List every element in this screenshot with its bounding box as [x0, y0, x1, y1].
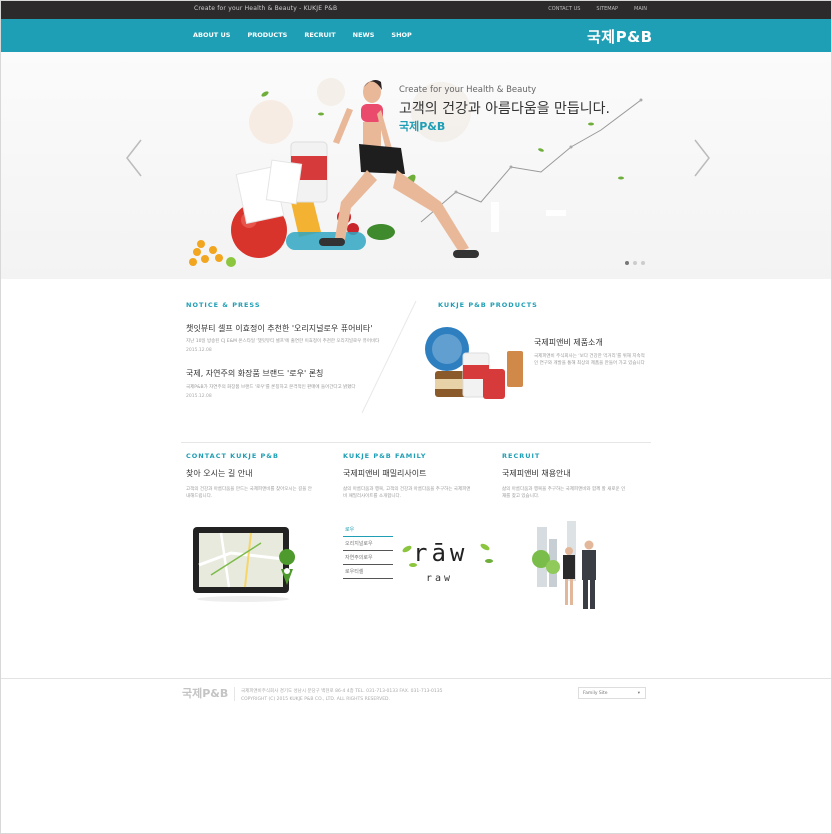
notice-item-title[interactable]: 국제, 자연주의 화장품 브랜드 '로우' 론칭 [186, 368, 323, 379]
raw-brand-wordmark: raw [426, 573, 454, 584]
chevron-down-icon: ▾ [637, 691, 640, 696]
recruit-people-image[interactable] [523, 521, 613, 613]
contact-section-title: CONTACT KUKJE P&B [186, 452, 279, 460]
hero-dot-3[interactable] [641, 261, 645, 265]
hero-dot-2[interactable] [633, 261, 637, 265]
nav-menu: ABOUT US PRODUCTS RECRUIT NEWS SHOP [193, 31, 412, 39]
hero-next-arrow-icon[interactable] [691, 138, 713, 178]
hero-subtitle: Create for your Health & Beauty [399, 85, 537, 95]
family-site-list: 로우 오리지널로우 자연주의로우 로우티셀 [343, 523, 393, 579]
main-nav: ABOUT US PRODUCTS RECRUIT NEWS SHOP 국제P&… [1, 19, 831, 52]
contact-us-link[interactable]: CONTACT US [548, 6, 580, 12]
family-list-item[interactable]: 오리지널로우 [343, 537, 393, 551]
site-logo[interactable]: 국제P&B [587, 26, 653, 47]
recruit-section-title: RECRUIT [502, 452, 541, 460]
family-select-label: Family Site [583, 691, 608, 696]
footer-logo: 국제P&B [182, 687, 229, 700]
products-section-title: KUKJE P&B PRODUCTS [438, 301, 538, 309]
top-utility-bar: Create for your Health & Beauty - KUKJE … [1, 1, 831, 19]
family-heading[interactable]: 국제피앤비 패밀리사이트 [343, 468, 427, 479]
recruit-heading[interactable]: 국제피앤비 채용안내 [502, 468, 571, 479]
nav-item-recruit[interactable]: RECRUIT [304, 31, 335, 39]
family-list-item[interactable]: 로우티셀 [343, 565, 393, 579]
nav-item-shop[interactable]: SHOP [391, 31, 411, 39]
top-tagline: Create for your Health & Beauty - KUKJE … [194, 5, 338, 12]
map-tablet-image[interactable] [191, 525, 303, 605]
footer-divider [1, 678, 831, 679]
contact-desc: 고객의 건강과 아름다움을 만드는 국제피앤비를 찾아오시는 길을 안내해드립니… [186, 487, 312, 500]
hero-prev-arrow-icon[interactable] [123, 138, 145, 178]
products-image[interactable] [421, 323, 531, 403]
hero-dot-1[interactable] [625, 261, 629, 265]
footer-address: 국제피앤비주식회사 경기도 성남시 분당구 백현로 86-4 4층 TEL. 0… [241, 689, 443, 694]
contact-heading[interactable]: 찾아 오시는 길 안내 [186, 468, 253, 479]
raw-brand-logo[interactable]: rāw [413, 539, 468, 567]
main-link[interactable]: MAIN [634, 6, 647, 12]
nav-item-products[interactable]: PRODUCTS [247, 31, 287, 39]
family-list-item[interactable]: 로우 [343, 523, 393, 537]
family-site-select[interactable]: Family Site ▾ [578, 687, 646, 699]
products-heading[interactable]: 국제피앤비 제품소개 [534, 337, 603, 348]
notice-section-title: NOTICE & PRESS [186, 301, 261, 309]
nav-item-about-us[interactable]: ABOUT US [193, 31, 230, 39]
hero-headline: 고객의 건강과 아름다움을 만듭니다. [399, 101, 610, 117]
notice-item-title[interactable]: 챗잇뷰티 셀프 이효정이 추천한 '오리지널로우 퓨어비타' [186, 323, 372, 334]
hero-brand: 국제P&B [399, 120, 446, 133]
products-desc: 국제피앤비 주식회사는 ‘보다 건강한 먹거리’를 위해 지속적인 연구와 개발… [534, 354, 645, 367]
sitemap-link[interactable]: SITEMAP [596, 6, 618, 12]
recruit-desc: 삶의 아름다움과 행복을 추구하는 국제피앤비와 함께 할 새로운 인재를 찾고… [502, 487, 626, 500]
family-section-title: KUKJE P&B FAMILY [343, 452, 427, 460]
section-diagonal-divider [361, 300, 417, 414]
notice-item-date: 2015.12.08 [186, 348, 212, 353]
hero-banner: Create for your Health & Beauty 고객의 건강과 … [1, 52, 831, 279]
family-desc: 삶의 아름다움과 행복, 고객의 건강과 아름다움을 추구하는 국제피앤비 패밀… [343, 487, 471, 500]
notice-item-date: 2015.12.08 [186, 394, 212, 399]
section-divider [181, 442, 651, 443]
footer-copyright: COPYRIGHT (C) 2015 KUKJE P&B CO., LTD. A… [241, 697, 390, 702]
footer-separator [234, 687, 235, 701]
nav-item-news[interactable]: NEWS [353, 31, 375, 39]
utility-links: CONTACT US SITEMAP MAIN [548, 6, 647, 12]
family-list-item[interactable]: 자연주의로우 [343, 551, 393, 565]
page: Create for your Health & Beauty - KUKJE … [0, 0, 832, 834]
hero-pagination [625, 261, 645, 265]
